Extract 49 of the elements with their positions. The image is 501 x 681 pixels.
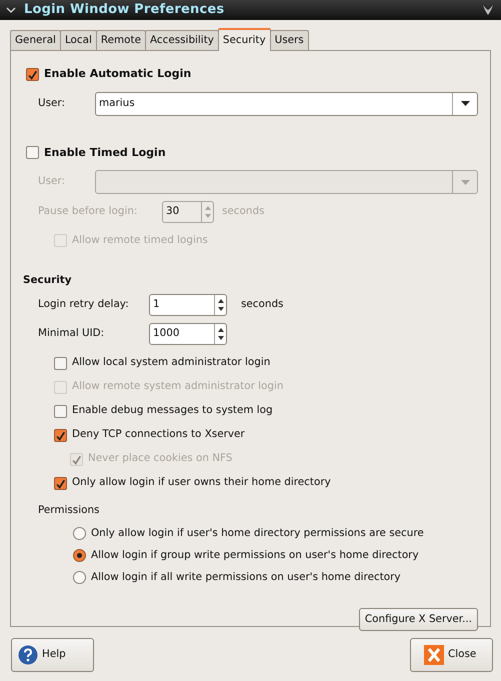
- field-label: User:: [38, 174, 66, 190]
- help-icon: [18, 645, 38, 665]
- checkbox[interactable]: [54, 476, 67, 490]
- tab[interactable]: Users: [270, 30, 309, 50]
- unit-label: seconds: [241, 297, 284, 312]
- checkbox[interactable]: [54, 428, 67, 442]
- close-button[interactable]: Close: [410, 638, 493, 672]
- field-value: marius: [98, 96, 135, 111]
- checkbox-label[interactable]: Allow local system administrator login: [72, 355, 270, 372]
- checkbox[interactable]: [26, 68, 39, 81]
- checkbox-label[interactable]: Deny TCP connections to Xserver: [72, 427, 245, 444]
- window-menu-icon[interactable]: [481, 3, 495, 17]
- radio-button[interactable]: [73, 571, 86, 584]
- dropdown-arrow-icon: [460, 101, 470, 106]
- field-label: Login retry delay:: [38, 297, 130, 312]
- window-title: Login Window Preferences: [24, 1, 224, 20]
- tab[interactable]: Local: [60, 30, 97, 50]
- tab[interactable]: Security: [218, 28, 271, 51]
- dropdown-arrow-icon: [460, 180, 470, 184]
- checkbox-label[interactable]: Only allow login if user owns their home directory: [72, 475, 331, 492]
- radio-button[interactable]: [73, 527, 86, 540]
- section-label: Permissions: [38, 503, 100, 518]
- spin-value[interactable]: 1: [150, 297, 214, 313]
- spin-value[interactable]: 1000: [150, 326, 214, 342]
- tab[interactable]: Accessibility: [144, 30, 219, 50]
- radio-label[interactable]: Allow login if group write permissions on user's home directory: [91, 548, 419, 564]
- checkbox-label[interactable]: Enable debug messages to system log: [72, 403, 273, 420]
- tab[interactable]: Remote: [96, 30, 146, 50]
- field-label: User:: [38, 96, 66, 111]
- radio-button[interactable]: [73, 549, 86, 562]
- field-label: Minimal UID:: [38, 326, 106, 342]
- close-icon: [424, 645, 444, 665]
- radio-label[interactable]: Only allow login if user's home directory permissions are secure: [91, 526, 424, 542]
- tab[interactable]: General: [10, 30, 61, 50]
- help-button[interactable]: Help: [11, 638, 94, 672]
- spin-button[interactable]: 1000: [149, 323, 227, 346]
- user-combo-box[interactable]: marius: [95, 92, 478, 116]
- spin-arrows-icon[interactable]: [218, 298, 224, 312]
- radio-label[interactable]: Allow login if all write permissions on user's home directory: [91, 570, 401, 586]
- unit-label: seconds: [222, 204, 264, 220]
- checkbox[interactable]: [54, 404, 67, 418]
- configure-x-server-button[interactable]: Configure X Server...: [358, 608, 478, 631]
- checkbox-label[interactable]: Enable Automatic Login: [44, 66, 192, 82]
- checkbox[interactable]: [54, 356, 67, 370]
- section-heading: Security: [23, 272, 73, 288]
- spin-arrows-icon[interactable]: [218, 327, 224, 342]
- spin-button[interactable]: 1: [149, 294, 227, 316]
- field-label: Pause before login:: [38, 204, 138, 220]
- chevron-icon[interactable]: [6, 6, 16, 14]
